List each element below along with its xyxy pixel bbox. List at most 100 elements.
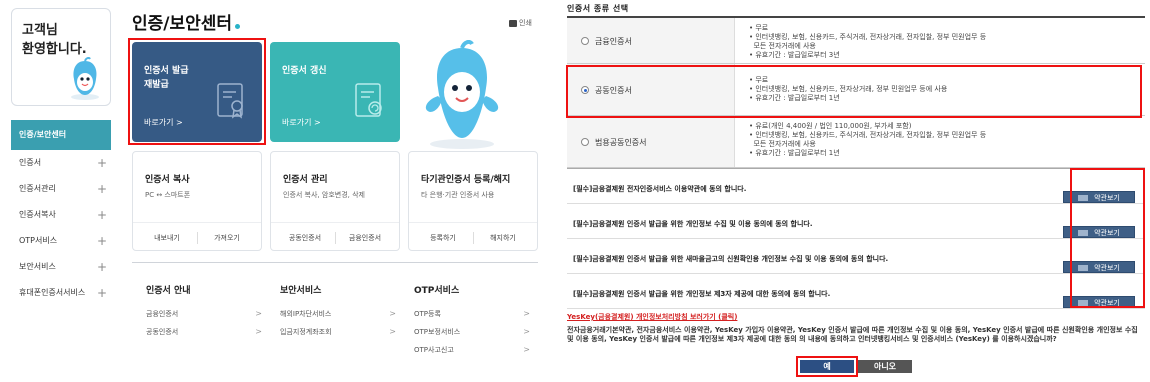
sidebar-item-label: 인증서관리 (19, 184, 56, 193)
desc-line: • 유효기간 : 발급일로부터 3년 (749, 51, 840, 59)
sidebar: 인증/보안센터 인증서 + 인증서관리 + 인증서복사 + OTP서비스 + 보안서비스… (11, 120, 111, 306)
divider (133, 222, 261, 223)
link-joint-cert[interactable]: 공동인증서 > (146, 326, 266, 344)
cert-renew-card[interactable]: 인증서 갱신 바로가기 > (270, 42, 400, 142)
register-button[interactable]: 등록하기 (411, 233, 475, 243)
radio-label: 범용공동인증서 (595, 138, 647, 147)
cancel-registration-button[interactable]: 해지하기 (471, 233, 535, 243)
link-otp-register[interactable]: OTP등록 > (414, 308, 534, 326)
plus-icon: + (96, 208, 107, 222)
renew-document-icon (355, 83, 382, 117)
left-panel: 고객님 환영합니다. 인증/보안센터 인증서 + 인증서관리 + 인증서복사 + OT… (0, 0, 548, 382)
desc-line: 모든 전자거래에 사용 (749, 140, 816, 148)
privacy-policy-link[interactable]: YesKey(금융결제원) 개인정보처리방침 보러가기 (클릭) (567, 312, 737, 322)
page-title: 인증/보안센터 (132, 9, 241, 34)
radio-financial[interactable] (581, 37, 589, 45)
card-title: 인증서 관리 (283, 175, 328, 185)
desc-line: • 인터넷뱅킹, 보험, 신용카드, 주식거래, 전자상거래, 전자입찰, 정부… (749, 33, 987, 41)
cert-desc: • 유료(개인 4,400원 / 법인 110,000원, 부가세 포함) • … (749, 122, 986, 158)
desc-line: • 무료 (749, 24, 769, 32)
divider (409, 222, 537, 223)
greeting-text: 고객님 환영합니다. (22, 21, 87, 59)
consent-text: 전자금융거래기본약관, 전자금융서비스 이용약관, YesKey 가입자 이용약… (567, 326, 1138, 343)
radio-label: 금융인증서 (595, 37, 632, 46)
go-link[interactable]: 바로가기 > (282, 117, 321, 128)
agreement-list: [필수]금융결제원 전자인증서비스 이용약관에 동의 합니다. 약관보기 [필수… (567, 168, 1145, 309)
link-foreign-ip-block[interactable]: 해외IP차단서비스 > (280, 308, 400, 326)
agreement-text: [필수]금융결제원 전자인증서비스 이용약관에 동의 합니다. (573, 185, 747, 193)
plus-icon: + (96, 234, 107, 248)
highlight-box-joint (566, 65, 1142, 118)
desc-line: • 유효기간 : 발급일로부터 1년 (749, 149, 840, 157)
option-cell: 범용공동인증서 (567, 116, 735, 167)
sidebar-item-otp[interactable]: OTP서비스 + (11, 228, 111, 254)
plus-icon: + (96, 182, 107, 196)
link-label: 공동인증서 (146, 328, 179, 336)
right-panel: 인증서 종류 선택 금융인증서 • 무료 • 인터넷뱅킹, 보험, 신용카드, … (560, 0, 1150, 382)
mascot-icon (71, 57, 99, 100)
link-label: OTP등록 (414, 310, 441, 318)
print-label: 인쇄 (519, 19, 532, 27)
plus-icon: + (96, 260, 107, 274)
option-cell: 금융인증서 (567, 18, 735, 63)
desc-line: 모든 전자거래에 사용 (749, 42, 816, 50)
no-button[interactable]: 아니오 (858, 360, 912, 373)
card-desc: PC ↔ 스마트폰 (145, 191, 191, 199)
export-button[interactable]: 내보내기 (135, 233, 199, 243)
printer-icon (509, 19, 517, 27)
link-otp-correction[interactable]: OTP보정서비스 > (414, 326, 534, 344)
financial-cert-button[interactable]: 금융인증서 (333, 233, 397, 243)
cert-option-general-joint[interactable]: 범용공동인증서 • 유료(개인 4,400원 / 법인 110,000원, 부가… (567, 116, 1145, 168)
greeting-line1: 고객님 (22, 23, 58, 38)
quick-links: 인증서 안내 금융인증서 > 공동인증서 > 보안서비스 해외IP차단서비스 > 입금… (132, 262, 538, 380)
sidebar-item-mobile-cert[interactable]: 휴대폰인증서서비스 + (11, 280, 111, 306)
chevron-right-icon: > (389, 309, 396, 318)
section-title: 인증서 종류 선택 (567, 4, 629, 13)
highlight-box-yes (796, 356, 858, 377)
card-title: 인증서 복사 (145, 175, 190, 185)
link-label: 금융인증서 (146, 310, 179, 318)
cert-option-financial[interactable]: 금융인증서 • 무료 • 인터넷뱅킹, 보험, 신용카드, 주식거래, 전자상거… (567, 18, 1145, 64)
sidebar-item-certificate[interactable]: 인증서 + (11, 150, 111, 176)
agreement-row: [필수]금융결제원 인증서 발급을 위한 개인정보 제3자 제공에 대한 동의에… (567, 274, 1145, 309)
link-label: 해외IP차단서비스 (280, 310, 332, 318)
column-title: 보안서비스 (280, 286, 322, 296)
otp-service-column: OTP서비스 OTP등록 > OTP보정서비스 > OTP사고신고 > (414, 283, 534, 362)
link-otp-report[interactable]: OTP사고신고 > (414, 344, 534, 362)
sidebar-item-cert-copy[interactable]: 인증서복사 + (11, 202, 111, 228)
greeting-card: 고객님 환영합니다. (11, 8, 111, 106)
title-dot (235, 24, 241, 29)
card-title-line1: 인증서 갱신 (282, 66, 327, 76)
import-button[interactable]: 가져오기 (195, 233, 259, 243)
chevron-right-icon: > (523, 309, 530, 318)
print-button[interactable]: 인쇄 (509, 18, 532, 28)
link-financial-cert[interactable]: 금융인증서 > (146, 308, 266, 326)
sidebar-item-security-center[interactable]: 인증/보안센터 (11, 120, 111, 150)
chevron-right-icon: > (523, 345, 530, 354)
chevron-right-icon: > (255, 309, 262, 318)
link-label: OTP사고신고 (414, 346, 454, 354)
highlight-box-issue (128, 38, 266, 145)
page-title-text: 인증/보안센터 (132, 14, 233, 34)
sidebar-item-security-service[interactable]: 보안서비스 + (11, 254, 111, 280)
sidebar-item-label: 인증서복사 (19, 210, 56, 219)
agreement-row: [필수]금융결제원 전자인증서비스 이용약관에 동의 합니다. 약관보기 (567, 169, 1145, 204)
card-desc: 인증서 복사, 암호변경, 삭제 (283, 191, 365, 199)
agreement-text: [필수]금융결제원 인증서 발급을 위한 개인정보 제3자 제공에 대한 동의에… (573, 290, 831, 298)
sidebar-item-label: 인증서 (19, 158, 42, 167)
column-title: OTP서비스 (414, 286, 460, 296)
joint-cert-button[interactable]: 공동인증서 (273, 233, 337, 243)
sidebar-item-label: OTP서비스 (19, 236, 58, 245)
desc-line: • 유료(개인 4,400원 / 법인 110,000원, 부가세 포함) (749, 122, 912, 130)
link-label: 입금지정계좌조회 (280, 328, 332, 336)
radio-general-joint[interactable] (581, 138, 589, 146)
agreement-row: [필수]금융결제원 인증서 발급을 위한 개인정보 수집 및 이용 동의에 동의… (567, 204, 1145, 239)
agreement-text: [필수]금융결제원 인증서 발급을 위한 새마을금고의 신원확인용 개인정보 수… (573, 255, 889, 263)
chevron-right-icon: > (255, 327, 262, 336)
agreement-row: [필수]금융결제원 인증서 발급을 위한 새마을금고의 신원확인용 개인정보 수… (567, 239, 1145, 274)
desc-line: • 인터넷뱅킹, 보험, 신용카드, 주식거래, 전자상거래, 전자입찰, 정부… (749, 131, 987, 139)
sidebar-item-cert-manage[interactable]: 인증서관리 + (11, 176, 111, 202)
cert-copy-card: 인증서 복사 PC ↔ 스마트폰 내보내기 가져오기 (132, 151, 262, 251)
link-deposit-account[interactable]: 입금지정계좌조회 > (280, 326, 400, 344)
highlight-box-terms-buttons (1070, 168, 1145, 308)
